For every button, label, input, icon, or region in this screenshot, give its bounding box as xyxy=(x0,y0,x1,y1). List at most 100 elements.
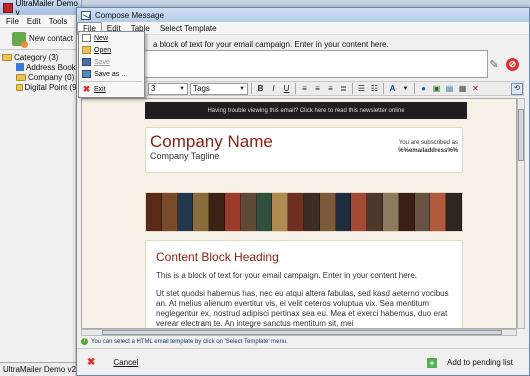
bullet-list-icon[interactable]: ☰ xyxy=(356,83,367,95)
hint-text: You can select a HTML email template by … xyxy=(91,338,288,345)
link-icon[interactable]: ● xyxy=(418,83,429,95)
tree-item-digital-point[interactable]: Digital Point (97 xyxy=(2,82,81,92)
add-label: Add to pending list xyxy=(447,358,513,367)
tree-item-company[interactable]: Company (0) xyxy=(2,72,81,82)
tags-select[interactable]: Tags ▼ xyxy=(190,82,248,95)
info-icon: i xyxy=(81,338,88,345)
menu-item-label: Open xyxy=(94,46,112,54)
content-paragraph: This is a block of text for your email c… xyxy=(156,271,418,280)
open-folder-icon xyxy=(82,46,91,54)
folder-icon xyxy=(16,83,23,91)
status-text: UltraMailer Demo v2.6 xyxy=(3,365,83,374)
table-icon[interactable]: ▦ xyxy=(457,83,468,95)
toolbar-divider xyxy=(295,83,296,94)
email-preview[interactable]: Having trouble viewing this email? Click… xyxy=(81,98,517,329)
tree-item-address-book[interactable]: Address Book xyxy=(2,62,81,72)
compose-titlebar: Compose Message xyxy=(77,8,529,22)
toolbar-divider xyxy=(383,83,384,94)
chevron-down-icon: ▼ xyxy=(179,85,185,92)
folder-icon xyxy=(2,53,12,61)
chevron-down-icon[interactable]: ▼ xyxy=(400,83,411,95)
exit-icon: ✖ xyxy=(82,84,91,94)
preview-horizontal-scrollbar[interactable] xyxy=(81,329,517,336)
new-contact-button[interactable]: New contact xyxy=(29,34,73,43)
newsletter-link-bar[interactable]: Having trouble viewing this email? Click… xyxy=(145,102,467,119)
remove-icon[interactable]: ⊘ xyxy=(506,58,519,71)
new-contact-icon[interactable] xyxy=(12,31,28,48)
align-right-icon[interactable]: ≡ xyxy=(325,83,336,95)
menu-item-label: Save xyxy=(94,58,110,66)
font-color-icon[interactable]: A xyxy=(387,83,398,95)
menu-item-open[interactable]: Open xyxy=(79,44,144,56)
save-icon xyxy=(82,58,91,66)
main-app-title: UltraMailer Demo v xyxy=(15,0,78,17)
cancel-button[interactable]: ✖ Cancel xyxy=(81,354,153,371)
menu-item-label: Save as ... xyxy=(94,70,128,78)
justify-icon[interactable]: ≣ xyxy=(338,83,349,95)
main-app-toolbar: New contact xyxy=(0,28,81,50)
app-icon xyxy=(3,2,13,13)
chevron-down-icon: ▼ xyxy=(239,85,245,92)
company-name: Company Name xyxy=(150,132,273,151)
remove-format-icon[interactable]: ✕ xyxy=(470,83,481,95)
cancel-label: Cancel xyxy=(113,358,139,367)
menu-item-new[interactable]: New xyxy=(79,32,144,44)
menu-separator xyxy=(81,81,142,82)
tree-item-category[interactable]: Category (3) xyxy=(2,52,81,62)
content-block: Content Block Heading This is a block of… xyxy=(145,240,463,328)
address-book-icon xyxy=(16,63,24,71)
main-app-statusbar: UltraMailer Demo v2.6 xyxy=(0,362,83,376)
menu-item-label: New xyxy=(94,34,109,42)
main-menu-file[interactable]: File xyxy=(6,17,19,26)
file-dropdown-menu: New Open Save Save as ... ✖ Exit xyxy=(78,31,145,98)
preview-vertical-scrollbar[interactable] xyxy=(517,98,525,329)
font-size-value: 3 xyxy=(151,84,156,93)
numbered-list-icon[interactable]: ☷ xyxy=(369,83,380,95)
align-left-icon[interactable]: ≡ xyxy=(299,83,310,95)
compose-footer: ✖ Cancel + Add to pending list xyxy=(77,348,529,375)
underline-button[interactable]: U xyxy=(281,83,292,95)
subscribed-label: You are subscribed as xyxy=(398,140,458,146)
main-app-menubar: File Edit Tools xyxy=(0,15,81,28)
plain-text-summary: a block of text for your email campaign.… xyxy=(153,40,389,49)
toolbar-divider xyxy=(251,83,252,94)
main-menu-tools[interactable]: Tools xyxy=(49,17,68,26)
new-file-icon xyxy=(82,34,91,42)
tree-item-label: Digital Point (97 xyxy=(24,82,81,92)
template-hint: i You can select a HTML email template b… xyxy=(81,337,523,346)
bold-button[interactable]: B xyxy=(255,83,266,95)
tags-value: Tags xyxy=(193,84,210,93)
compose-menu-select-template[interactable]: Select Template xyxy=(155,24,222,33)
main-app-titlebar: UltraMailer Demo v xyxy=(0,0,81,17)
email-header: Company Name Company Tagline You are sub… xyxy=(145,127,463,173)
tree-item-label: Category (3) xyxy=(14,52,59,62)
insert-image-icon[interactable]: ▤ xyxy=(444,83,455,95)
add-icon: + xyxy=(427,357,437,368)
menu-item-save-as[interactable]: Save as ... xyxy=(79,68,144,80)
toolbar-divider xyxy=(352,83,353,94)
italic-button[interactable]: I xyxy=(268,83,279,95)
folder-icon xyxy=(16,73,26,81)
image-icon[interactable]: ▣ xyxy=(431,83,442,95)
menu-item-label: Exit xyxy=(94,85,106,93)
scrollbar-thumb[interactable] xyxy=(102,330,502,335)
category-tree: Category (3) Address Book Company (0) Di… xyxy=(0,50,81,92)
source-view-icon[interactable]: ⟲ xyxy=(511,82,523,95)
menu-item-exit[interactable]: ✖ Exit xyxy=(79,83,144,95)
tree-item-label: Address Book xyxy=(26,62,76,72)
toolbar-divider xyxy=(414,83,415,94)
add-to-pending-button[interactable]: + Add to pending list xyxy=(423,354,523,371)
main-menu-edit[interactable]: Edit xyxy=(27,17,41,26)
save-as-icon xyxy=(82,70,91,78)
attachment-icon[interactable]: ✎ xyxy=(488,59,500,71)
menu-item-save: Save xyxy=(79,56,144,68)
cancel-icon: ✖ xyxy=(87,357,96,368)
subscription-info: You are subscribed as %%emailaddress%% xyxy=(398,139,458,155)
tree-item-label: Company (0) xyxy=(28,72,75,82)
font-size-select[interactable]: 3 ▼ xyxy=(148,82,188,95)
content-heading: Content Block Heading xyxy=(156,250,279,264)
align-center-icon[interactable]: ≡ xyxy=(312,83,323,95)
main-app-window: UltraMailer Demo v File Edit Tools New c… xyxy=(0,0,83,376)
compose-envelope-icon xyxy=(81,10,91,20)
scrollbar-thumb[interactable] xyxy=(518,109,524,161)
